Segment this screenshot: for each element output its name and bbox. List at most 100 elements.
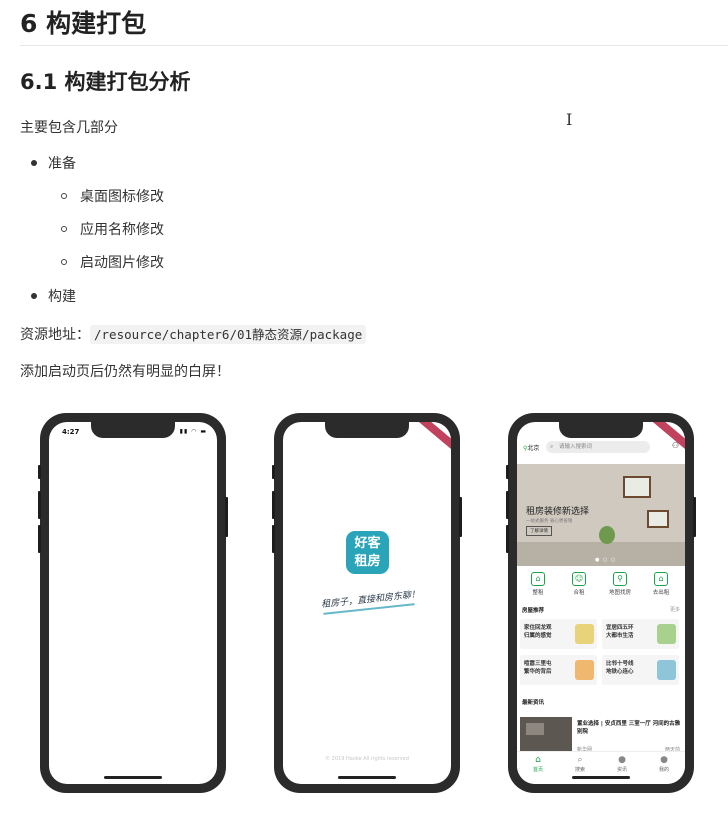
splash-slogan: 租房子，直接和房东聊！ xyxy=(320,589,421,611)
nav-label: 合租 xyxy=(573,590,585,596)
news-thumbnail[interactable] xyxy=(520,717,572,753)
list-item-prepare: 准备 xyxy=(48,156,76,172)
intro-text: 主要包含几部分 xyxy=(20,120,118,136)
banner-button[interactable]: 了解详情 xyxy=(526,526,552,536)
status-icons: ▮▮ ◠ ▬ xyxy=(179,428,207,435)
resource-path-code: /resource/chapter6/01静态资源/package xyxy=(90,325,367,344)
debug-ribbon xyxy=(645,422,685,455)
map-pin-icon: ⚲ xyxy=(613,572,627,586)
people-icon: ☺ xyxy=(572,572,586,586)
promo-banner[interactable]: 租房装修新选择 一站式服务 省心更省钱 了解详情 ● ○ ○ xyxy=(517,464,685,566)
side-button xyxy=(225,497,228,537)
home-indicator xyxy=(338,776,396,779)
banner-picture-frame xyxy=(623,476,651,498)
search-icon: ⌕ xyxy=(577,755,583,765)
search-icon: ⌕ xyxy=(550,443,554,450)
recommend-more-link[interactable]: 更多 xyxy=(670,606,680,613)
card-title-line: 家住回龙观 xyxy=(524,625,552,631)
recommend-card[interactable]: 喧嚣三里屯 繁华的背后 xyxy=(520,655,597,685)
house-icon: ⌂ xyxy=(531,572,545,586)
phone-screen: 4:27 ▮▮ ◠ ▬ xyxy=(49,422,217,784)
nav-rent-out[interactable]: ⌂ 去出租 xyxy=(640,570,682,596)
search-placeholder: 请输入搜索词 xyxy=(559,444,593,450)
side-button xyxy=(693,497,696,537)
side-button xyxy=(506,525,509,553)
side-button xyxy=(38,491,41,519)
tab-home[interactable]: ⌂ 首页 xyxy=(521,755,555,773)
news-section-title: 最新资讯 xyxy=(522,700,545,706)
card-illustration xyxy=(657,660,676,680)
nav-label: 整租 xyxy=(532,590,544,596)
list-item-build: 构建 xyxy=(48,289,76,305)
home-indicator xyxy=(572,776,630,779)
recommend-card[interactable]: 家住回龙观归属的感觉 xyxy=(520,619,597,649)
bottom-tab-bar: ⌂ 首页 ⌕ 搜索 ● 资讯 ● 我的 xyxy=(517,751,685,784)
card-title: 比邻十号线地铁心连心 xyxy=(606,660,634,676)
card-title-line: 地铁心连心 xyxy=(606,669,634,675)
card-illustration xyxy=(657,624,676,644)
resource-line: 资源地址：/resource/chapter6/01静态资源/package xyxy=(20,324,367,344)
nav-whole-rent[interactable]: ⌂ 整租 xyxy=(517,570,559,596)
resource-label: 资源地址： xyxy=(20,327,90,343)
phone-splash-screen: 好客 租房 租房子，直接和房东聊！ © 2019 Haoke All right… xyxy=(272,413,462,793)
app-logo-text: 好客 xyxy=(354,536,381,551)
city-selector[interactable]: ⚲北京 xyxy=(523,443,539,452)
text-cursor-icon: I xyxy=(566,110,573,129)
news-title[interactable]: 置业选择 | 安贞西里 三室一厅 河间的古雅别院 xyxy=(577,720,682,736)
recommend-title: 房屋推荐 xyxy=(522,608,545,614)
nav-label: 去出租 xyxy=(652,590,670,596)
side-button xyxy=(459,497,462,537)
nav-map-search[interactable]: ⚲ 地图找房 xyxy=(599,570,641,596)
phone-notch xyxy=(559,422,643,438)
home-icon: ⌂ xyxy=(535,755,541,765)
phone-notch xyxy=(91,422,175,438)
section-heading: 6.1 构建打包分析 xyxy=(20,70,191,94)
list-item-desktop-icon: 桌面图标修改 xyxy=(80,189,164,205)
tab-news[interactable]: ● 资讯 xyxy=(605,755,639,773)
banner-picture-frame xyxy=(647,510,669,528)
side-button xyxy=(506,465,509,479)
side-button xyxy=(506,491,509,519)
app-logo-icon: 好客 租房 xyxy=(346,531,389,574)
app-logo-text: 租房 xyxy=(354,554,381,569)
card-title-line: 归属的感觉 xyxy=(524,633,552,639)
list-item-launch-image: 启动图片修改 xyxy=(80,255,164,271)
tab-label: 资讯 xyxy=(616,767,627,773)
card-title-line: 比邻十号线 xyxy=(606,661,634,667)
tab-profile[interactable]: ● 我的 xyxy=(647,755,681,773)
news-icon: ● xyxy=(618,755,626,765)
white-screen-note: 添加启动页后仍然有明显的白屏！ xyxy=(20,364,230,380)
phone-screen: ⚲北京 ⌕ 请输入搜索词 ⚇ 租房装修新选择 一站式服务 省心更省钱 了解详情 … xyxy=(517,422,685,784)
sub-bullet-circle xyxy=(61,226,67,232)
card-title-line: 喧嚣三里屯 xyxy=(524,661,552,667)
phone-screen: 好客 租房 租房子，直接和房东聊！ © 2019 Haoke All right… xyxy=(283,422,451,784)
side-button xyxy=(272,491,275,519)
nav-shared-rent[interactable]: ☺ 合租 xyxy=(558,570,600,596)
side-button xyxy=(38,525,41,553)
banner-subtitle: 一站式服务 省心更省钱 xyxy=(526,519,573,524)
side-button xyxy=(272,465,275,479)
debug-ribbon xyxy=(411,422,451,455)
home-indicator xyxy=(104,776,162,779)
card-title-line: 大都市生活 xyxy=(606,633,634,639)
city-name: 北京 xyxy=(527,445,540,452)
tab-label: 我的 xyxy=(658,767,669,773)
card-illustration xyxy=(575,660,594,680)
phone-notch xyxy=(325,422,409,438)
carousel-dots: ● ○ ○ xyxy=(595,557,617,563)
banner-plant xyxy=(599,526,615,544)
tab-label: 首页 xyxy=(532,767,543,773)
side-button xyxy=(38,465,41,479)
card-title: 宜居四五环 大都市生活 xyxy=(606,624,634,640)
banner-title: 租房装修新选择 xyxy=(526,507,590,517)
recommend-card[interactable]: 宜居四五环 大都市生活 xyxy=(602,619,679,649)
phone-home-screen: ⚲北京 ⌕ 请输入搜索词 ⚇ 租房装修新选择 一站式服务 省心更省钱 了解详情 … xyxy=(506,413,696,793)
card-title: 喧嚣三里屯 繁华的背后 xyxy=(524,660,552,676)
search-input[interactable]: ⌕ 请输入搜索词 xyxy=(546,441,650,453)
recommend-card[interactable]: 比邻十号线地铁心连心 xyxy=(602,655,679,685)
tab-search[interactable]: ⌕ 搜索 xyxy=(563,755,597,773)
nav-label: 地图找房 xyxy=(608,590,631,596)
home-nav: ⌂ 整租 ☺ 合租 ⚲ 地图找房 ⌂ 去出租 xyxy=(517,570,685,602)
splash-copyright: © 2019 Haoke All rights reserved xyxy=(325,756,409,762)
bullet-dot xyxy=(31,160,37,166)
